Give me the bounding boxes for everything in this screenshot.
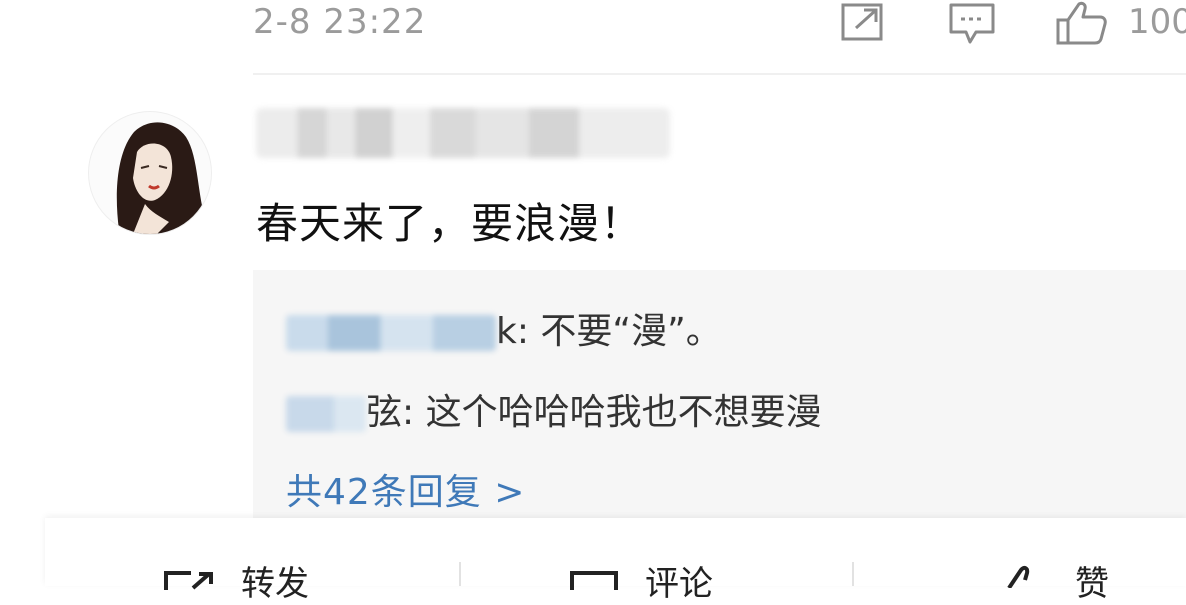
comment-icon[interactable] — [948, 2, 996, 46]
comment-username-blurred[interactable] — [256, 108, 670, 158]
reply-text: k: 不要“漫”。 — [496, 311, 722, 352]
more-replies-link[interactable]: 共42条回复 > — [286, 463, 525, 515]
bar-separator — [459, 562, 461, 586]
reply-username-blurred[interactable] — [286, 315, 496, 351]
comment-text: 春天来了，要浪漫！ — [256, 199, 644, 248]
divider — [253, 73, 1186, 75]
reply-text: 弦: 这个哈哈哈我也不想要漫 — [366, 392, 822, 433]
thumbs-up-icon[interactable] — [1055, 0, 1109, 46]
like-bar-icon[interactable] — [1005, 564, 1041, 588]
avatar[interactable] — [88, 111, 212, 235]
reply-item[interactable]: 弦: 这个哈哈哈我也不想要漫 — [286, 383, 822, 435]
like-count: 100 — [1128, 2, 1186, 42]
reply-username-blurred[interactable] — [286, 396, 366, 432]
repost-button[interactable]: 转发 — [241, 556, 309, 605]
replies-panel: k: 不要“漫”。 弦: 这个哈哈哈我也不想要漫 共42条回复 > — [253, 270, 1186, 520]
bottom-action-bar: 转发 评论 赞 — [45, 518, 1186, 604]
repost-icon[interactable] — [163, 570, 217, 590]
comment-button[interactable]: 评论 — [645, 556, 713, 605]
share-icon[interactable] — [840, 2, 886, 42]
like-button[interactable]: 赞 — [1075, 556, 1109, 605]
bar-separator — [852, 562, 854, 586]
post-timestamp: 2-8 23:22 — [253, 2, 427, 42]
reply-item[interactable]: k: 不要“漫”。 — [286, 302, 722, 354]
comment-bar-icon[interactable] — [569, 570, 619, 590]
